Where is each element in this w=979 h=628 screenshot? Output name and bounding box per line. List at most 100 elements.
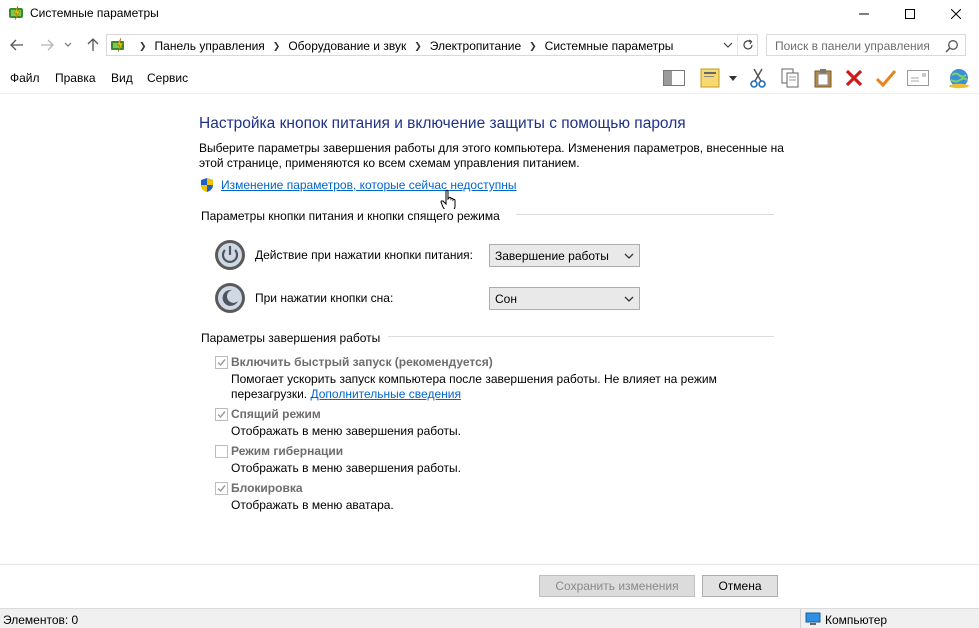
maximize-button[interactable] [887, 0, 933, 28]
hibernate-description: Отображать в меню завершения работы. [231, 461, 462, 475]
search-icon [945, 40, 958, 53]
sleep-description: Отображать в меню завершения работы. [231, 424, 462, 438]
more-info-link[interactable]: Дополнительные сведения [310, 387, 460, 401]
uac-shield-icon [201, 178, 213, 192]
group-divider [388, 336, 774, 337]
arrow-up-icon [87, 38, 99, 51]
arrow-right-icon [41, 39, 54, 51]
main-content: Настройка кнопок питания и включение защ… [0, 95, 979, 563]
checkmark-icon [217, 485, 226, 493]
maximize-icon [905, 9, 915, 19]
copy-icon [781, 68, 799, 88]
change-unavailable-settings-link[interactable]: Изменение параметров, которые сейчас нед… [221, 178, 517, 192]
sleep-button-action-label: При нажатии кнопки сна: [255, 291, 394, 305]
address-bar[interactable]: ❯ Панель управления ❯ Оборудование и зву… [106, 34, 758, 56]
hibernate-checkbox[interactable] [215, 445, 228, 458]
cut-button[interactable] [746, 67, 770, 89]
breadcrumb-power-options[interactable]: Электропитание [430, 39, 521, 53]
caret-down-icon [729, 75, 737, 81]
breadcrumb-separator-icon[interactable]: ❯ [273, 41, 281, 52]
arrow-left-icon [10, 39, 23, 51]
chevron-down-icon [624, 296, 634, 302]
computer-icon [805, 612, 821, 625]
up-button[interactable] [84, 36, 102, 54]
refresh-icon [742, 39, 753, 50]
layout-icon [663, 70, 685, 86]
forward-button[interactable] [38, 36, 56, 54]
fast-startup-desc-text: Помогает ускорить запуск компьютера посл… [231, 372, 717, 401]
items-count: Элементов: 0 [3, 613, 79, 627]
sleep-button-action-value: Сон [495, 292, 517, 306]
sleep-title: Спящий режим [231, 407, 321, 421]
checkmark-icon [217, 359, 226, 367]
back-button[interactable] [8, 36, 26, 54]
chevron-down-icon [624, 253, 634, 259]
minimize-icon [859, 13, 869, 15]
control-panel-icon [111, 37, 124, 53]
lock-description: Отображать в меню аватара. [231, 498, 394, 512]
menu-view[interactable]: Вид [111, 71, 133, 85]
mail-icon [907, 70, 929, 86]
save-changes-button[interactable]: Сохранить изменения [539, 575, 695, 597]
cancel-button[interactable]: Отмена [702, 575, 778, 597]
layout-button[interactable] [662, 67, 686, 89]
properties-icon [700, 68, 720, 88]
power-button-action-label: Действие при нажатии кнопки питания: [255, 248, 474, 262]
status-bar: Элементов: 0 Компьютер [0, 608, 979, 628]
search-input[interactable]: Поиск в панели управления [766, 34, 966, 56]
title-bar: Системные параметры [0, 0, 979, 28]
close-button[interactable] [933, 0, 979, 28]
globe-icon [949, 69, 969, 89]
cut-icon [750, 68, 766, 88]
group-divider [516, 214, 774, 215]
breadcrumb-separator-icon: ❯ [139, 40, 147, 51]
window-title: Системные параметры [30, 6, 159, 20]
breadcrumb-separator-icon[interactable]: ❯ [414, 41, 422, 52]
fast-startup-description: Помогает ускорить запуск компьютера посл… [231, 372, 751, 402]
page-title: Настройка кнопок питания и включение защ… [199, 115, 686, 132]
page-description: Выберите параметры завершения работы для… [199, 141, 784, 170]
sleep-checkbox[interactable] [215, 408, 228, 421]
fast-startup-checkbox[interactable] [215, 356, 228, 369]
apply-button[interactable] [874, 67, 898, 89]
minimize-button[interactable] [841, 0, 887, 28]
menu-tools[interactable]: Сервис [147, 71, 188, 85]
shutdown-group-title: Параметры завершения работы [201, 331, 389, 345]
breadcrumb-separator-icon[interactable]: ❯ [529, 41, 537, 52]
breadcrumb-hardware-sound[interactable]: Оборудование и звук [288, 39, 406, 53]
sleep-button-icon [215, 283, 245, 313]
internet-button[interactable] [945, 67, 973, 89]
breadcrumb-system-settings[interactable]: Системные параметры [545, 39, 674, 53]
power-options-icon [9, 5, 23, 21]
paste-icon [814, 69, 832, 88]
delete-button[interactable] [842, 67, 866, 89]
delete-icon [845, 69, 863, 87]
lock-title: Блокировка [231, 481, 303, 495]
power-button-icon [215, 240, 245, 270]
power-button-action-select[interactable]: Завершение работы [489, 244, 640, 267]
refresh-button[interactable] [737, 35, 757, 55]
fast-startup-title: Включить быстрый запуск (рекомендуется) [231, 355, 493, 369]
sleep-button-action-select[interactable]: Сон [489, 287, 640, 310]
properties-dropdown-button[interactable] [726, 67, 740, 89]
chevron-down-icon [64, 42, 72, 47]
location-label: Компьютер [825, 613, 888, 627]
hibernate-title: Режим гибернации [231, 444, 344, 458]
paste-button[interactable] [811, 67, 835, 89]
copy-button[interactable] [778, 67, 802, 89]
checkmark-icon [217, 411, 226, 419]
address-dropdown-button[interactable] [719, 35, 737, 55]
search-placeholder: Поиск в панели управления [775, 39, 930, 53]
menu-edit[interactable]: Правка [55, 71, 96, 85]
breadcrumb: ❯ Панель управления ❯ Оборудование и зву… [131, 39, 673, 53]
properties-button[interactable] [699, 67, 723, 89]
recent-locations-button[interactable] [62, 36, 74, 54]
chevron-down-icon [723, 42, 733, 48]
breadcrumb-control-panel[interactable]: Панель управления [155, 39, 265, 53]
button-bar: Сохранить изменения Отмена [0, 564, 979, 608]
menu-file[interactable]: Файл [10, 71, 40, 85]
mail-button[interactable] [906, 67, 930, 89]
lock-checkbox[interactable] [215, 482, 228, 495]
address-row: ❯ Панель управления ❯ Оборудование и зву… [0, 30, 979, 60]
menu-bar: Файл Правка Вид Сервис [0, 62, 979, 94]
